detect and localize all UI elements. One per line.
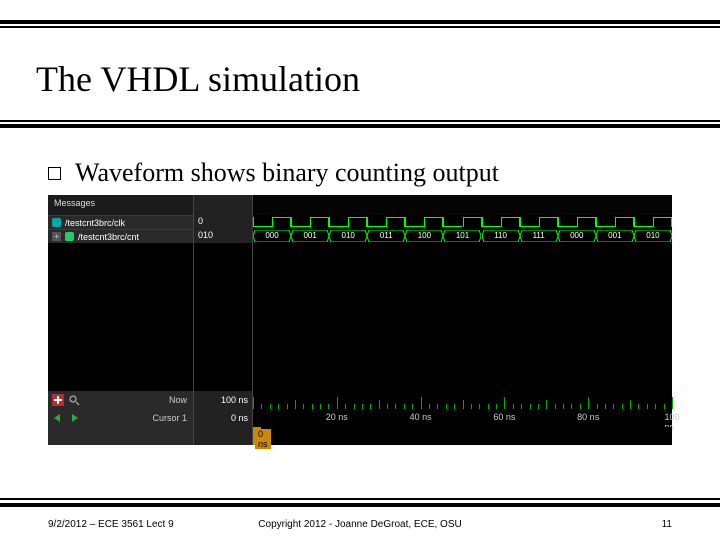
ruler-label: 60 ns <box>493 412 515 422</box>
rule-mid-thick <box>0 124 720 128</box>
now-label: Now <box>169 395 193 405</box>
cursor-value: 0 ns <box>193 409 253 427</box>
value-panel-fill <box>194 243 252 391</box>
signal-name-clk: /testcnt3brc/clk <box>65 218 125 228</box>
footer-date: 9/2/2012 – ECE 3561 Lect 9 <box>48 519 174 530</box>
bus-value-segment: 011 <box>367 230 405 242</box>
rule-top-thin <box>0 26 720 28</box>
waveform-row-clk <box>253 215 672 229</box>
rule-top-thick <box>0 20 720 24</box>
signal-name-cnt: /testcnt3brc/cnt <box>78 232 139 242</box>
now-value: 100 ns <box>193 391 253 409</box>
bus-value-segment: 101 <box>443 230 481 242</box>
waveform-time-header <box>253 195 672 215</box>
signal-bus-icon <box>65 232 74 241</box>
waveform-row-cnt: 000001010011100101110111000001010 <box>253 229 672 243</box>
bus-value-segment: 000 <box>253 230 291 242</box>
waveform-viewer: Messages /testcnt3brc/clk + /testcnt3brc… <box>48 195 672 445</box>
rule-mid-thin <box>0 120 720 122</box>
rule-bot-thin <box>0 498 720 500</box>
slide-title: The VHDL simulation <box>36 58 360 100</box>
add-signal-icon[interactable] <box>52 394 64 406</box>
ruler-row-labels: Cursor 1 0 ns 20 ns40 ns60 ns80 ns100 ns <box>48 409 672 427</box>
signal-panel-header: Messages <box>48 195 193 215</box>
cursor-marker[interactable]: 0 ns <box>253 427 261 445</box>
bullet-square-icon <box>48 167 61 180</box>
bus-value-segment: 010 <box>634 230 672 242</box>
cursor-track-row: 0 ns <box>48 427 672 445</box>
signal-panel-fill <box>48 243 193 391</box>
bullet-item: Waveform shows binary counting output <box>48 158 499 188</box>
ruler-label: 80 ns <box>577 412 599 422</box>
expand-icon[interactable]: + <box>52 232 61 241</box>
bus-value-segment: 100 <box>405 230 443 242</box>
ruler-row-ticks: Now 100 ns <box>48 391 672 409</box>
find-signal-icon[interactable] <box>68 394 80 406</box>
footer-copyright: Copyright 2012 - Joanne DeGroat, ECE, OS… <box>258 519 461 530</box>
bus-value-segment: 000 <box>558 230 596 242</box>
value-cnt: 010 <box>194 229 252 243</box>
signal-row-cnt[interactable]: + /testcnt3brc/cnt <box>48 229 193 243</box>
bus-value-segment: 111 <box>520 230 558 242</box>
waveform-footer: Now 100 ns Cursor 1 0 ns 20 ns 40 ns 60 ns… <box>48 391 672 445</box>
value-clk: 0 <box>194 215 252 229</box>
signal-wave-icon <box>52 218 61 227</box>
ruler-label: 40 ns <box>410 412 432 422</box>
cursor-marker-label: 0 ns <box>255 429 271 449</box>
signal-row-clk[interactable]: /testcnt3brc/clk <box>48 215 193 229</box>
bus-value-segment: 001 <box>291 230 329 242</box>
value-panel-header <box>194 195 252 215</box>
next-edge-icon[interactable] <box>68 412 80 424</box>
rule-bot-thick <box>0 503 720 507</box>
bullet-text: Waveform shows binary counting output <box>75 158 499 188</box>
ruler-label: 20 ns <box>326 412 348 422</box>
bus-value-segment: 001 <box>596 230 634 242</box>
cursor-label: Cursor 1 <box>152 413 193 423</box>
prev-edge-icon[interactable] <box>52 412 64 424</box>
bus-value-segment: 110 <box>482 230 520 242</box>
bus-value-segment: 010 <box>329 230 367 242</box>
footer-page-number: 11 <box>662 519 672 530</box>
